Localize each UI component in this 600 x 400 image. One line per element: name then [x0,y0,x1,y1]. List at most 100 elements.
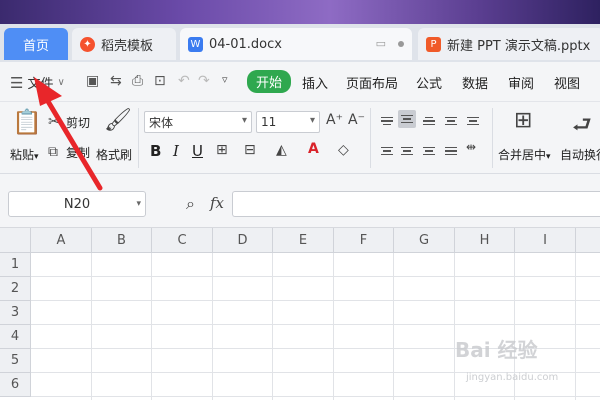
align-bottom-icon[interactable] [420,112,438,130]
tab-insert[interactable]: 插入 [302,73,328,92]
justify-icon[interactable] [442,142,460,160]
font-color-icon[interactable]: A [308,141,319,157]
fill-color-icon[interactable]: ◭ [276,142,287,158]
insert-function-icon[interactable]: fx [210,194,224,212]
cut-button[interactable]: 剪切 [66,114,90,131]
zoom-search-icon[interactable]: ⌕ [186,194,195,214]
column-header-f[interactable]: F [334,228,394,253]
tab-ppt-document[interactable]: P 新建 PPT 演示文稿.pptx [418,28,600,60]
save-icon[interactable]: ▣ [86,73,99,89]
print-preview-icon[interactable]: ⊡ [154,73,166,89]
column-header-e[interactable]: E [273,228,334,253]
row-header-4[interactable]: 4 [0,325,31,349]
align-left-icon[interactable] [378,142,396,160]
name-box-value: N20 [63,196,91,212]
font-name-select[interactable]: 宋体 ▾ [144,111,252,133]
row-header-6[interactable]: 6 [0,373,31,397]
align-center-icon[interactable] [398,142,416,160]
column-header-j[interactable] [576,228,600,253]
baidu-jingyan-watermark: Bai 经验 [455,338,538,362]
chevron-down-icon: ▾ [241,115,247,126]
row-header-2[interactable]: 2 [0,277,31,301]
align-right-icon[interactable] [420,142,438,160]
tab-data[interactable]: 数据 [462,73,488,92]
font-size-select[interactable]: 11 ▾ [256,111,320,133]
unsaved-dot-icon [398,40,404,47]
ppt-doc-icon: P [426,36,441,52]
menu-bar: ☰ 文件 ∨ ▣ ⇆ ⎙ ⊡ ↶ ↷ ▿ 开始 插入 页面布局 公式 数据 审阅… [0,62,600,102]
scissors-icon[interactable]: ✂ [48,114,60,130]
hamburger-icon: ☰ [10,73,24,92]
decrease-font-icon[interactable]: A⁻ [348,112,365,128]
ribbon-divider [370,108,371,168]
merge-center-button[interactable]: 合并居中▾ [498,146,551,163]
increase-font-icon[interactable]: A⁺ [326,112,343,128]
chevron-down-icon: ▾ [309,115,315,126]
column-header-i[interactable]: I [515,228,576,253]
tab-label: 新建 PPT 演示文稿.pptx [447,38,591,54]
row-header-1[interactable]: 1 [0,253,31,277]
clear-format-icon[interactable]: ◇ [338,142,349,158]
tab-review[interactable]: 审阅 [508,73,534,92]
auto-wrap-icon[interactable]: ⮐ [572,108,592,146]
decrease-indent-icon[interactable] [442,112,460,130]
grid-line [212,253,213,400]
redo-icon[interactable]: ↷ [198,73,210,89]
tab-page-layout[interactable]: 页面布局 [346,73,398,92]
file-menu-button[interactable]: ☰ 文件 ∨ [10,73,65,93]
border-icon[interactable]: ⊞ [216,142,228,158]
ribbon-toolbar: 📋 粘贴▾ ✂ 剪切 ⧉ 复制 🖌 格式刷 宋体 ▾ 11 ▾ A⁺ A⁻ B I … [0,102,600,174]
grid-line [393,253,394,400]
bold-button[interactable]: B [150,142,161,160]
row-header-3[interactable]: 3 [0,301,31,325]
print-icon[interactable]: ⎙ [132,73,143,89]
paste-icon[interactable]: 📋 [12,108,42,136]
distributed-align-icon[interactable]: ⇹ [466,140,476,154]
tab-label: 稻壳模板 [101,38,154,54]
font-name-value: 宋体 [149,115,174,130]
tab-word-document[interactable]: W 04-01.docx ▭ [180,28,412,60]
select-all-corner[interactable] [0,228,31,253]
merge-center-label: 合并居中 [498,148,547,162]
column-header-b[interactable]: B [92,228,152,253]
row-header-5[interactable]: 5 [0,349,31,373]
underline-button[interactable]: U [192,142,203,160]
format-painter-icon[interactable]: 🖌 [104,108,132,133]
auto-wrap-button[interactable]: 自动换行 [560,146,600,163]
formula-input[interactable] [232,191,600,217]
grid-line [454,253,455,400]
increase-indent-icon[interactable] [464,112,482,130]
paste-button[interactable]: 粘贴▾ [10,146,39,163]
grid-line [151,253,152,400]
tab-start[interactable]: 开始 [247,70,292,93]
align-middle-icon[interactable] [398,110,416,128]
document-tab-bar: 首页 ✦ 稻壳模板 W 04-01.docx ▭ P 新建 PPT 演示文稿.p… [0,24,600,62]
column-header-c[interactable]: C [152,228,213,253]
column-header-d[interactable]: D [213,228,273,253]
monitor-icon[interactable]: ▭ [376,37,386,50]
copy-icon[interactable]: ⧉ [48,144,58,160]
tab-home[interactable]: 首页 [4,28,68,60]
copy-button[interactable]: 复制 [66,144,90,161]
font-size-value: 11 [261,115,277,129]
word-doc-icon: W [188,36,203,52]
column-header-h[interactable]: H [455,228,515,253]
customize-dropdown-icon[interactable]: ▿ [222,73,228,86]
undo-icon[interactable]: ↶ [178,73,190,89]
paste-label: 粘贴 [10,148,35,162]
cell-style-icon[interactable]: ⊟ [244,142,256,158]
export-pdf-icon[interactable]: ⇆ [110,73,122,89]
column-header-g[interactable]: G [394,228,455,253]
name-box[interactable]: N20 ▾ [8,191,146,217]
tab-home-label: 首页 [22,38,49,54]
format-painter-button[interactable]: 格式刷 [96,146,132,163]
watermark-url: jingyan.baidu.com [466,372,559,383]
tab-view[interactable]: 视图 [554,73,580,92]
align-top-icon[interactable] [378,112,396,130]
italic-button[interactable]: I [173,142,179,160]
column-header-a[interactable]: A [31,228,92,253]
tab-daoke-templates[interactable]: ✦ 稻壳模板 [72,28,176,60]
merge-center-icon[interactable]: ⊞ [514,108,532,133]
tab-formulas[interactable]: 公式 [416,73,442,92]
chevron-down-icon: ∨ [57,77,65,88]
